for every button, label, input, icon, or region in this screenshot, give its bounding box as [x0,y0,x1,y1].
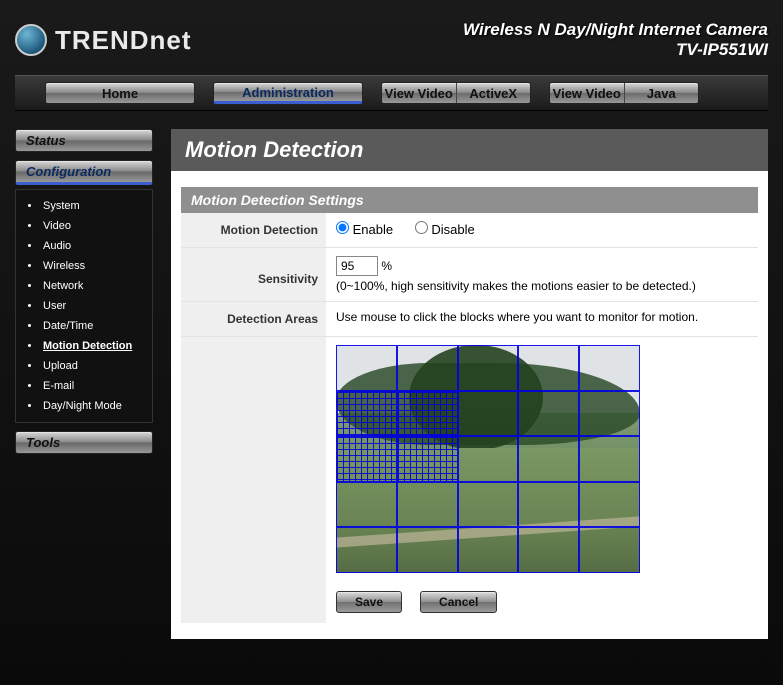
grid-cell[interactable] [458,436,519,482]
grid-cell[interactable] [518,391,579,437]
brand: TRENDnet [15,24,192,56]
cancel-button[interactable]: Cancel [420,591,497,613]
sidebar: Status Configuration SystemVideoAudioWir… [15,129,153,639]
sidebar-item-upload[interactable]: Upload [28,356,146,376]
radio-enable-label: Enable [353,222,393,237]
sidebar-item-motion-detection[interactable]: Motion Detection [28,336,146,356]
nav-view-video-1[interactable]: View Video [382,83,456,103]
sidebar-configuration[interactable]: Configuration [15,160,153,185]
product-name: Wireless N Day/Night Internet Camera [463,20,768,40]
grid-cell[interactable] [336,436,397,482]
grid-cell[interactable] [518,345,579,391]
grid-cell[interactable] [518,527,579,573]
sidebar-item-date-time[interactable]: Date/Time [28,316,146,336]
main-panel: Motion Detection Motion Detection Settin… [171,129,768,639]
save-button[interactable]: Save [336,591,402,613]
sidebar-menu: SystemVideoAudioWirelessNetworkUserDate/… [15,189,153,423]
grid-cell[interactable] [579,345,640,391]
label-sensitivity: Sensitivity [181,248,326,301]
nav-view-video-java[interactable]: View Video Java [549,82,699,104]
grid-cell[interactable] [518,436,579,482]
sidebar-tools[interactable]: Tools [15,431,153,454]
grid-cell[interactable] [579,436,640,482]
nav-view-video-activex[interactable]: View Video ActiveX [381,82,531,104]
brand-text: TRENDnet [55,25,192,56]
sidebar-item-audio[interactable]: Audio [28,236,146,256]
sensitivity-hint: (0~100%, high sensitivity makes the moti… [336,279,748,293]
label-detection-areas: Detection Areas [181,302,326,336]
grid-cell[interactable] [397,527,458,573]
sidebar-item-video[interactable]: Video [28,216,146,236]
label-motion-detection: Motion Detection [181,213,326,247]
sidebar-status[interactable]: Status [15,129,153,152]
sensitivity-input[interactable] [336,256,378,276]
brand-logo-icon [15,24,47,56]
grid-cell[interactable] [579,482,640,528]
nav-activex[interactable]: ActiveX [457,83,531,103]
grid-cell[interactable] [397,482,458,528]
sidebar-item-day-night-mode[interactable]: Day/Night Mode [28,396,146,416]
radio-disable-wrap[interactable]: Disable [415,222,475,237]
nav-java[interactable]: Java [625,83,699,103]
grid-cell[interactable] [579,527,640,573]
sidebar-item-user[interactable]: User [28,296,146,316]
detection-areas-hint: Use mouse to click the blocks where you … [326,302,758,336]
radio-disable-label: Disable [431,222,474,237]
grid-cell[interactable] [397,436,458,482]
page-title: Motion Detection [171,129,768,171]
grid-cell[interactable] [458,345,519,391]
grid-cell[interactable] [579,391,640,437]
grid-cell[interactable] [336,391,397,437]
header: TRENDnet Wireless N Day/Night Internet C… [15,10,768,75]
radio-enable[interactable] [336,221,349,234]
grid-cell[interactable] [458,527,519,573]
sidebar-item-network[interactable]: Network [28,276,146,296]
percent-sign: % [381,259,392,273]
nav-view-video-2[interactable]: View Video [550,83,624,103]
settings-header: Motion Detection Settings [181,187,758,213]
sidebar-item-wireless[interactable]: Wireless [28,256,146,276]
grid-cell[interactable] [336,482,397,528]
product-title: Wireless N Day/Night Internet Camera TV-… [463,20,768,60]
grid-cell[interactable] [458,482,519,528]
grid-cell[interactable] [458,391,519,437]
main-nav: Home Administration View Video ActiveX V… [15,75,768,111]
grid-cell[interactable] [397,391,458,437]
grid-cell[interactable] [336,345,397,391]
detection-grid [336,345,640,573]
radio-enable-wrap[interactable]: Enable [336,222,397,237]
nav-home[interactable]: Home [45,82,195,104]
nav-administration[interactable]: Administration [213,82,363,104]
grid-cell[interactable] [518,482,579,528]
sidebar-item-system[interactable]: System [28,196,146,216]
sidebar-item-e-mail[interactable]: E-mail [28,376,146,396]
grid-cell[interactable] [336,527,397,573]
radio-disable[interactable] [415,221,428,234]
product-model: TV-IP551WI [463,40,768,60]
grid-cell[interactable] [397,345,458,391]
